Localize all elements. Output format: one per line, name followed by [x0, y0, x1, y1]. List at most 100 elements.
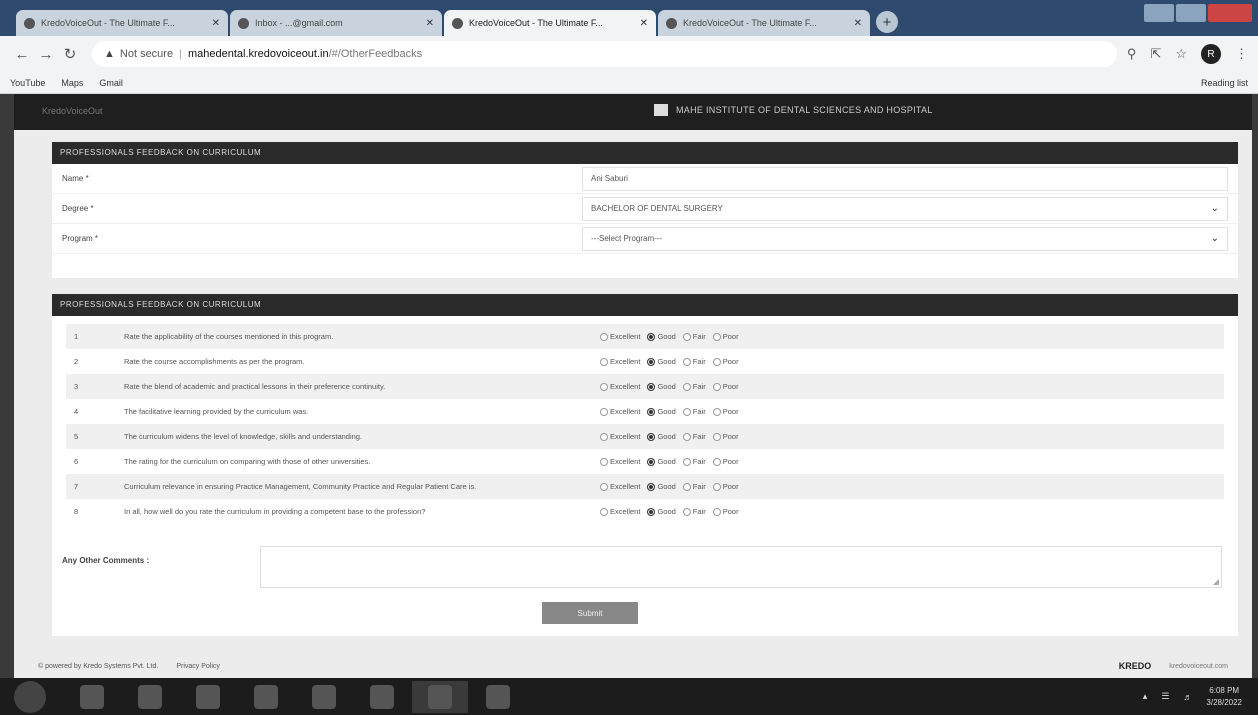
close-window-button[interactable] — [1208, 4, 1252, 22]
browser-tab[interactable]: KredoVoiceOut - The Ultimate F... ✕ — [658, 10, 870, 36]
browser-tab[interactable]: Inbox - ...@gmail.com ✕ — [230, 10, 442, 36]
rating-option[interactable]: Good — [647, 407, 676, 416]
rating-option[interactable]: Fair — [682, 507, 706, 516]
rating-option[interactable]: Excellent — [600, 357, 640, 366]
bookmark-star-icon[interactable]: ☆ — [1175, 46, 1187, 62]
tray-arrow-icon[interactable]: ▴ — [1143, 691, 1148, 702]
rating-option[interactable]: Poor — [712, 407, 739, 416]
radio-button[interactable] — [647, 432, 656, 441]
rating-option[interactable]: Poor — [712, 482, 739, 491]
rating-option[interactable]: Good — [647, 482, 676, 491]
maximize-button[interactable] — [1176, 4, 1206, 22]
rating-option[interactable]: Fair — [682, 382, 706, 391]
media-player-icon[interactable] — [122, 681, 178, 713]
rating-option[interactable]: Excellent — [600, 382, 640, 391]
submit-button[interactable]: Submit — [542, 602, 638, 624]
bookmark-maps[interactable]: Maps — [61, 78, 83, 88]
radio-button[interactable] — [600, 332, 608, 341]
radio-button[interactable] — [600, 407, 608, 416]
rating-option[interactable]: Poor — [712, 457, 739, 466]
radio-button[interactable] — [647, 357, 656, 366]
explorer-icon[interactable] — [296, 681, 352, 713]
browser-tab[interactable]: KredoVoiceOut - The Ultimate F... ✕ — [16, 10, 228, 36]
rating-option[interactable]: Good — [647, 357, 676, 366]
radio-button[interactable] — [647, 382, 656, 391]
app-icon[interactable] — [470, 681, 526, 713]
rating-option[interactable]: Poor — [712, 432, 739, 441]
radio-button[interactable] — [682, 457, 691, 466]
rating-option[interactable]: Fair — [682, 407, 706, 416]
rating-option[interactable]: Excellent — [600, 407, 640, 416]
browser-tab[interactable]: KredoVoiceOut - The Ultimate F... ✕ — [444, 10, 656, 36]
rating-option[interactable]: Good — [647, 432, 676, 441]
profile-avatar[interactable]: R — [1201, 44, 1221, 64]
radio-button[interactable] — [712, 382, 721, 391]
rating-option[interactable]: Excellent — [600, 457, 640, 466]
rating-option[interactable]: Excellent — [600, 332, 640, 341]
rating-option[interactable]: Fair — [682, 457, 706, 466]
rating-option[interactable]: Poor — [712, 357, 739, 366]
radio-button[interactable] — [647, 457, 656, 466]
close-tab-icon[interactable]: ✕ — [426, 18, 434, 29]
start-button[interactable] — [14, 680, 46, 713]
radio-button[interactable] — [600, 507, 608, 516]
radio-button[interactable] — [600, 382, 608, 391]
rating-option[interactable]: Fair — [682, 432, 706, 441]
clock[interactable]: 6:08 PM 3/28/2022 — [1206, 685, 1242, 709]
rating-option[interactable]: Good — [647, 457, 676, 466]
rating-option[interactable]: Excellent — [600, 507, 640, 516]
radio-button[interactable] — [682, 332, 691, 341]
program-select[interactable]: ---Select Program--- ⌄ — [582, 226, 1228, 251]
radio-button[interactable] — [712, 457, 721, 466]
radio-button[interactable] — [712, 507, 721, 516]
radio-button[interactable] — [712, 357, 721, 366]
forward-arrow-icon[interactable]: → — [34, 46, 58, 63]
excel-icon[interactable] — [354, 681, 410, 713]
app-icon[interactable] — [180, 681, 236, 713]
rating-option[interactable]: Excellent — [600, 482, 640, 491]
ie-icon[interactable] — [64, 681, 120, 713]
rating-option[interactable]: Good — [647, 332, 676, 341]
more-menu-icon[interactable]: ⋮ — [1235, 46, 1248, 62]
rating-option[interactable]: Good — [647, 382, 676, 391]
radio-button[interactable] — [600, 432, 608, 441]
radio-button[interactable] — [647, 407, 656, 416]
reload-icon[interactable]: ↻ — [58, 45, 82, 63]
reading-list-button[interactable]: Reading list — [1201, 78, 1248, 88]
bookmark-youtube[interactable]: YouTube — [10, 78, 45, 88]
radio-button[interactable] — [647, 332, 656, 341]
close-tab-icon[interactable]: ✕ — [640, 18, 648, 29]
radio-button[interactable] — [712, 332, 721, 341]
radio-button[interactable] — [712, 432, 721, 441]
folder-icon[interactable] — [238, 681, 294, 713]
name-input[interactable]: Ani Saburi — [582, 166, 1228, 191]
radio-button[interactable] — [682, 382, 691, 391]
close-tab-icon[interactable]: ✕ — [854, 18, 862, 29]
radio-button[interactable] — [682, 407, 691, 416]
radio-button[interactable] — [647, 482, 656, 491]
radio-button[interactable] — [712, 482, 721, 491]
rating-option[interactable]: Poor — [712, 507, 739, 516]
rating-option[interactable]: Poor — [712, 332, 739, 341]
rating-option[interactable]: Good — [647, 507, 676, 516]
radio-button[interactable] — [682, 432, 691, 441]
resize-grip-icon[interactable]: ◢ — [1213, 577, 1219, 586]
comments-textarea[interactable]: ◢ — [260, 546, 1222, 588]
address-bar[interactable]: ▲ Not secure | mahedental.kredovoiceout.… — [92, 41, 1117, 67]
radio-button[interactable] — [712, 407, 721, 416]
degree-select[interactable]: BACHELOR OF DENTAL SURGERY ⌄ — [582, 196, 1228, 221]
share-icon[interactable]: ⇱ — [1150, 46, 1161, 62]
network-icon[interactable]: ☰ — [1161, 691, 1169, 702]
radio-button[interactable] — [600, 457, 608, 466]
radio-button[interactable] — [682, 482, 691, 491]
rating-option[interactable]: Excellent — [600, 432, 640, 441]
radio-button[interactable] — [600, 357, 608, 366]
privacy-policy-link[interactable]: Privacy Policy — [176, 663, 220, 670]
zoom-icon[interactable]: ⚲ — [1127, 46, 1137, 62]
chrome-icon[interactable] — [412, 680, 468, 713]
back-arrow-icon[interactable]: ← — [10, 46, 34, 63]
radio-button[interactable] — [682, 357, 691, 366]
radio-button[interactable] — [600, 482, 608, 491]
new-tab-button[interactable]: + — [876, 11, 898, 33]
close-tab-icon[interactable]: ✕ — [212, 18, 220, 29]
